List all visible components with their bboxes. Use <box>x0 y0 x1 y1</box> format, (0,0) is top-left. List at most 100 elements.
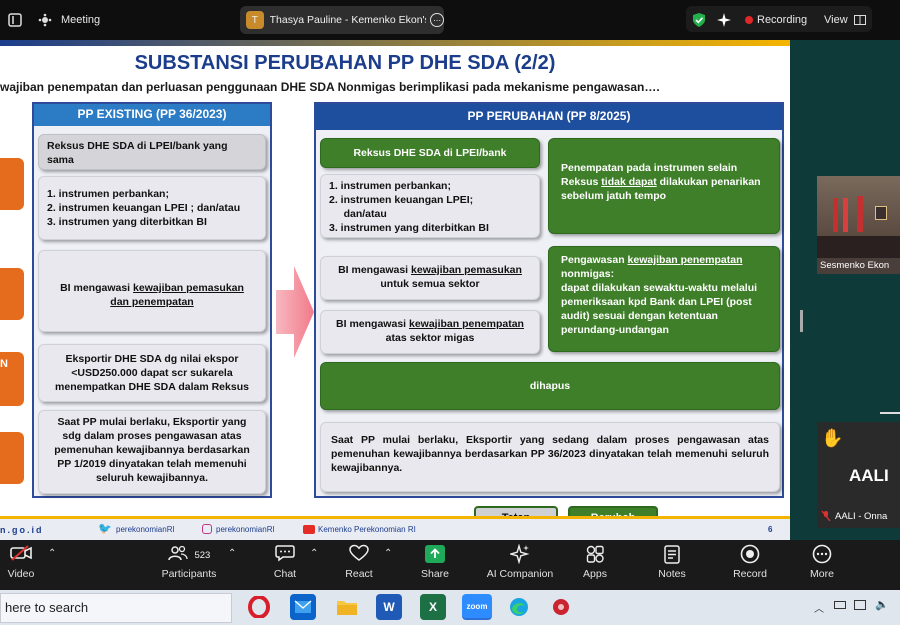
text-segment: kewajiban penempatan <box>627 254 743 266</box>
orange-tab <box>0 268 24 320</box>
participant-name: Sesmenko Ekon <box>820 260 890 271</box>
orange-tab: N <box>0 352 24 406</box>
list-item: 2. instrumen keuangan LPEI; <box>329 194 474 206</box>
slide-footer: n.go.id 🐦 perekonomianRI perekonomianRI … <box>0 516 790 540</box>
excel-icon[interactable]: X <box>420 594 446 620</box>
edge-icon[interactable] <box>506 594 532 620</box>
flag-decor <box>833 198 838 232</box>
notes-button[interactable]: Notes <box>637 544 707 580</box>
left-box-transition: Saat PP mulai berlaku, Eksportir yang sd… <box>38 410 266 494</box>
participants-label: Participants <box>161 568 217 580</box>
list-item: dan/atau <box>329 208 387 220</box>
right-green-penarikan: Penempatan pada instrumen selain Reksus … <box>548 138 780 234</box>
flag-decor <box>857 196 863 232</box>
ai-sparkle-icon[interactable] <box>716 0 732 40</box>
list-item: 2. instrumen keuangan LPEI ; dan/atau <box>47 202 241 214</box>
footer-site: n.go.id <box>0 525 44 535</box>
taskbar-search[interactable]: here to search <box>0 593 232 623</box>
left-box-eksportir: Eksportir DHE SDA dg nilai ekspor <USD25… <box>38 344 266 402</box>
ai-companion-label: AI Companion <box>486 568 554 580</box>
list-item: 1. instrumen perbankan; <box>329 180 451 192</box>
share-icon <box>400 544 470 568</box>
zoom-top-bar: Meeting T Thasya Pauline - Kemenko Ekon'… <box>0 0 900 40</box>
video-options-chevron-icon[interactable]: ⌃ <box>48 548 56 559</box>
list-item: 3. instrumen yang diterbitkan BI <box>329 222 489 234</box>
ai-companion-button[interactable]: AI Companion <box>480 543 560 580</box>
right-box-bi-pemasukan: BI mengawasi kewajiban pemasukan untuk s… <box>320 256 540 300</box>
file-explorer-icon[interactable] <box>334 594 360 620</box>
more-button[interactable]: More <box>787 544 857 580</box>
recording-indicator[interactable]: Recording <box>745 0 807 40</box>
network-icon[interactable] <box>854 600 866 610</box>
share-button[interactable]: Share <box>400 544 470 580</box>
page-number: 6 <box>768 525 773 534</box>
footer-instagram: perekonomianRI <box>216 525 275 534</box>
security-shield-icon[interactable] <box>692 0 706 40</box>
right-green-dihapus: dihapus <box>320 362 780 410</box>
list-item: 1. instrumen perbankan; <box>47 188 169 200</box>
twitter-icon: 🐦 <box>98 523 112 535</box>
left-box-reksus: Reksus DHE SDA di LPEI/bank yang sama <box>38 134 266 170</box>
arrow-right-icon <box>276 266 314 358</box>
flag-decor <box>843 198 848 232</box>
right-box-bi-penempatan: BI mengawasi kewajiban penempatan atas s… <box>320 310 540 354</box>
text-segment: untuk semua sektor <box>380 278 480 290</box>
window-title[interactable]: T Thasya Pauline - Kemenko Ekon's ⋯ <box>240 6 444 34</box>
shared-slide: SUBSTANSI PERUBAHAN PP DHE SDA (2/2) waj… <box>0 40 790 540</box>
more-label: More <box>810 568 834 580</box>
volume-icon[interactable]: 🔈 <box>875 598 889 611</box>
pp-existing-panel: PP EXISTING (PP 36/2023) Reksus DHE SDA … <box>32 102 272 498</box>
pp-existing-header: PP EXISTING (PP 36/2023) <box>34 104 270 126</box>
view-button[interactable]: View <box>824 0 866 40</box>
word-icon[interactable]: W <box>376 594 402 620</box>
participant-name: AALI - Onna <box>835 510 888 522</box>
instagram-icon <box>202 524 212 534</box>
participant-tile-aali[interactable]: ✋ AALI AALI - Onna <box>817 422 900 528</box>
react-chevron-icon[interactable]: ⌃ <box>384 548 392 559</box>
mail-icon[interactable] <box>290 594 316 620</box>
opera-icon[interactable] <box>246 594 272 620</box>
more-icon <box>787 544 857 568</box>
chat-chevron-icon[interactable]: ⌃ <box>310 548 318 559</box>
zoom-app-icon[interactable]: zoom <box>462 594 492 620</box>
apps-button[interactable]: Apps <box>560 544 630 580</box>
record-dot-icon <box>745 16 753 24</box>
slide-title: SUBSTANSI PERUBAHAN PP DHE SDA (2/2) <box>134 52 556 74</box>
minimize-icon[interactable] <box>8 0 22 40</box>
view-label: View <box>824 14 848 26</box>
slide-subtitle: wajiban penempatan dan perluasan penggun… <box>0 80 660 94</box>
list-item: 3. instrumen yang diterbitkan BI <box>47 216 207 228</box>
apps-icon <box>560 544 630 568</box>
battery-icon[interactable] <box>834 601 846 609</box>
record-button[interactable]: Record <box>715 544 785 580</box>
app-icon[interactable] <box>548 594 574 620</box>
tray-chevron-icon[interactable]: ︿ <box>814 600 824 615</box>
avatar: T <box>246 11 264 29</box>
participants-button[interactable]: 523 Participants <box>154 544 224 580</box>
footer-youtube: Kemenko Perekonomian RI <box>318 525 416 534</box>
chat-label: Chat <box>273 568 297 580</box>
divider <box>880 412 900 414</box>
right-box-transition: Saat PP mulai berlaku, Eksportir yang se… <box>320 422 780 492</box>
right-box-instruments: 1. instrumen perbankan; 2. instrumen keu… <box>320 174 540 238</box>
text-segment: atas sektor migas <box>385 332 475 344</box>
participant-video-tile[interactable]: Sesmenko Ekon <box>817 176 900 274</box>
resize-handle[interactable] <box>800 310 803 332</box>
ai-sparkle-icon <box>480 543 560 568</box>
grid-icon <box>853 15 866 25</box>
windows-taskbar: here to search W X zoom ︿ 🔈 <box>0 590 900 625</box>
left-box-instruments: 1. instrumen perbankan; 2. instrumen keu… <box>38 176 266 240</box>
participants-chevron-icon[interactable]: ⌃ <box>228 548 236 559</box>
react-label: React <box>345 568 373 580</box>
muted-mic-icon <box>821 510 831 522</box>
meeting-info-icon[interactable] <box>38 0 52 40</box>
text-segment: nonmigas: <box>561 268 615 280</box>
record-icon <box>715 544 785 568</box>
more-options-icon[interactable]: ⋯ <box>430 13 444 27</box>
notes-label: Notes <box>658 568 686 580</box>
participants-count: 523 <box>194 550 211 561</box>
text-segment: kewajiban pemasukan <box>411 264 522 276</box>
record-label: Record <box>733 568 767 580</box>
slide-top-stripe <box>0 40 790 46</box>
meeting-label[interactable]: Meeting <box>61 0 100 40</box>
